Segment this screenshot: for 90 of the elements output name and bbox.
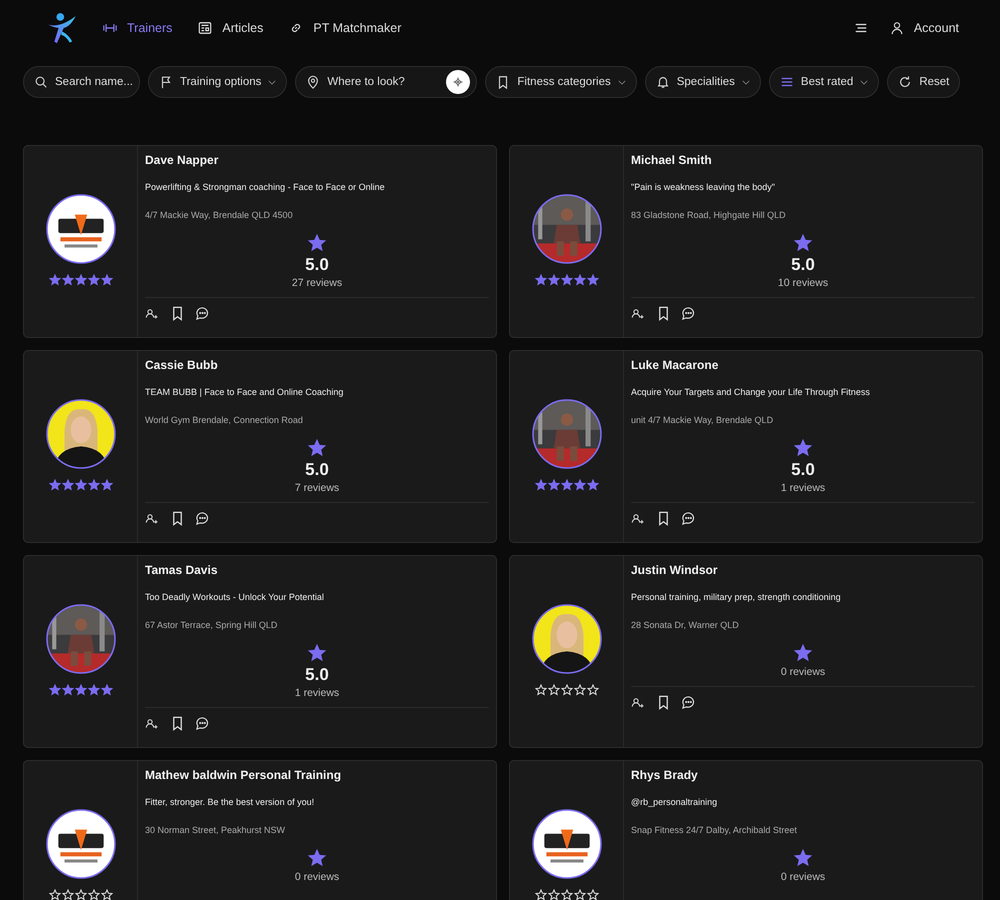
star-icon (306, 642, 328, 664)
trainer-address: Snap Fitness 24/7 Dalby, Archibald Street (631, 825, 798, 835)
star-icon (792, 232, 814, 254)
star-icon (792, 847, 814, 869)
filter-dropdown[interactable]: Fitness categories (485, 66, 637, 98)
trainer-tagline: Acquire Your Targets and Change your Life Through Fitness (631, 387, 871, 397)
locate-button[interactable] (446, 70, 470, 94)
rating-value: 5.0 (305, 460, 329, 480)
sort-icon (780, 75, 794, 89)
bookmark-icon[interactable] (170, 510, 185, 526)
trainer-name[interactable]: Tamas Davis (145, 563, 489, 577)
review-count: 7 reviews (294, 482, 340, 494)
newspaper-icon (198, 21, 212, 35)
chat-icon[interactable] (681, 306, 696, 320)
chevron-icon (742, 80, 750, 84)
trainer-card[interactable]: Rhys Brady @rb_personaltraining Snap Fitness 24/7 Dalby, Archibald Street 0 reviews (509, 760, 983, 900)
chevron-icon (268, 80, 276, 84)
map-pin-icon (306, 75, 320, 89)
star-icon (306, 847, 328, 869)
chat-icon[interactable] (195, 510, 210, 526)
trainer-card[interactable]: Cassie Bubb TEAM BUBB | Face to Face and Online Coaching World Gym Brendale, Connection Road 5.0 7 reviews (23, 350, 497, 543)
trainer-name[interactable]: Rhys Brady (631, 768, 975, 782)
chat-icon[interactable] (195, 716, 210, 730)
trainer-tagline: "Pain is weakness leaving the body" (631, 182, 776, 192)
trainer-address: 28 Sonata Dr, Warner QLD (631, 620, 740, 630)
trainer-address: 30 Norman Street, Peakhurst NSW (145, 825, 286, 835)
bookmark-icon[interactable] (656, 694, 671, 710)
crosshair-icon (453, 77, 464, 87)
trainer-address: World Gym Brendale, Connection Road (145, 415, 304, 425)
user-icon (890, 21, 904, 35)
review-count: 1 reviews (294, 687, 340, 699)
chevron-icon (618, 80, 626, 84)
filter-dropdown[interactable]: Specialities (644, 66, 761, 98)
bookmark-icon[interactable] (656, 510, 671, 526)
trainer-name[interactable]: Dave Napper (145, 153, 489, 167)
trainer-address: 83 Gladstone Road, Highgate Hill QLD (631, 210, 787, 220)
trainer-name[interactable]: Cassie Bubb (145, 358, 489, 372)
search-icon (34, 75, 48, 89)
chevron-icon (860, 80, 868, 84)
trainer-tagline: Personal training, military prep, strength conditioning (631, 592, 842, 602)
bell-icon (656, 75, 670, 89)
nav-link[interactable]: Trainers (103, 21, 172, 35)
trainer-card[interactable]: Dave Napper Powerlifting & Strongman coaching - Face to Face or Online 4/7 Mackie Way, Brendale QLD 4500 5.0 27 reviews (23, 145, 497, 338)
star-icon (792, 437, 814, 459)
trainer-address: 67 Astor Terrace, Spring Hill QLD (145, 620, 278, 630)
nav-link[interactable]: PT Matchmaker (289, 21, 402, 35)
rating-value: 5.0 (305, 665, 329, 685)
review-count: 0 reviews (294, 871, 340, 883)
trainer-name[interactable]: Luke Macarone (631, 358, 975, 372)
review-count: 27 reviews (292, 277, 342, 289)
chat-icon[interactable] (681, 694, 696, 710)
trainer-card[interactable]: Luke Macarone Acquire Your Targets and Change your Life Through Fitness unit 4/7 Mackie Way, Brendale QLD 5.0 1 reviews (509, 350, 983, 543)
trainer-card[interactable]: Tamas Davis Too Deadly Workouts - Unlock Your Potential 67 Astor Terrace, Spring Hill QLD 5.0 1 reviews (23, 555, 497, 748)
trainer-address: 4/7 Mackie Way, Brendale QLD 4500 (145, 210, 294, 220)
filter-dropdown[interactable]: Training options (148, 66, 288, 98)
trainer-card[interactable]: Mathew baldwin Personal Training Fitter, stronger. Be the best version of you! 30 Norman Street, Peakhurst NSW 0 reviews (23, 760, 497, 900)
nav-link[interactable]: Articles (198, 21, 264, 35)
trainer-card[interactable]: Michael Smith "Pain is weakness leaving the body" 83 Gladstone Road, Highgate Hill QLD 5.0 10 reviews (509, 145, 983, 338)
chat-icon[interactable] (681, 510, 696, 526)
trainer-tagline: @rb_personaltraining (631, 797, 718, 807)
trainer-address: unit 4/7 Mackie Way, Brendale QLD (631, 415, 774, 425)
menu-icon[interactable] (854, 21, 868, 35)
star-icon (306, 232, 328, 254)
chat-icon[interactable] (195, 306, 210, 320)
trainer-name[interactable]: Michael Smith (631, 153, 975, 167)
filter-dropdown[interactable]: Best rated (768, 66, 880, 98)
star-icon (792, 642, 814, 664)
star-icon (306, 437, 328, 459)
bookmark-icon[interactable] (170, 306, 185, 320)
trainer-name[interactable]: Mathew baldwin Personal Training (145, 768, 489, 782)
review-count: 0 reviews (780, 666, 826, 678)
trainer-tagline: Fitter, stronger. Be the best version of you! (145, 797, 316, 807)
review-count: 10 reviews (778, 277, 828, 289)
trainer-card[interactable]: Justin Windsor Personal training, military prep, strength conditioning 28 Sonata Dr, Warner QLD 0 reviews (509, 555, 983, 748)
trainer-tagline: Too Deadly Workouts - Unlock Your Potential (145, 592, 325, 602)
rating-value: 5.0 (791, 460, 815, 480)
trainer-tagline: Powerlifting & Strongman coaching - Face to Face or Online (145, 182, 386, 192)
dumbbell-icon (103, 21, 117, 35)
reset-button[interactable]: Reset (887, 66, 960, 98)
account-link[interactable]: Account (890, 21, 959, 35)
rating-value: 5.0 (305, 255, 329, 275)
bookmark-icon[interactable] (656, 306, 671, 320)
refresh-icon (898, 75, 912, 89)
bookmark-icon[interactable] (170, 716, 185, 730)
flag-icon (159, 75, 173, 89)
trainer-tagline: TEAM BUBB | Face to Face and Online Coaching (145, 387, 344, 397)
trainer-name[interactable]: Justin Windsor (631, 563, 975, 577)
review-count: 0 reviews (780, 871, 826, 883)
rating-value: 5.0 (791, 255, 815, 275)
review-count: 1 reviews (780, 482, 826, 494)
